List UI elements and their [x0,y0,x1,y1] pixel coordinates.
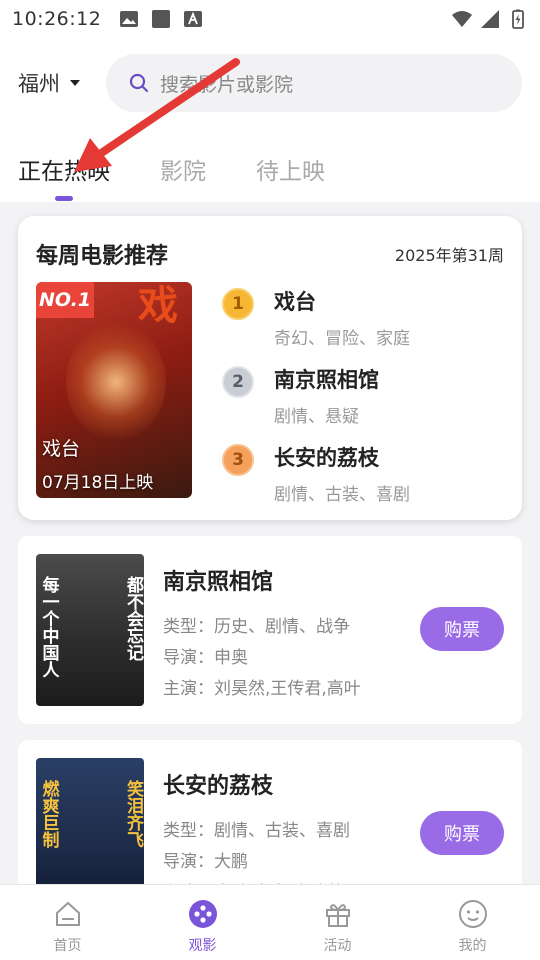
ranking-title: 南京照相馆 [274,368,379,392]
poster-tagline-right: 笑泪齐飞 [123,780,143,848]
tab-now-showing[interactable]: 正在热映 [18,152,110,186]
buy-ticket-button[interactable]: 购票 [420,607,504,651]
ranking-item[interactable]: 2 南京照相馆 剧情、悬疑 [222,362,512,432]
tab-bar: 正在热映 影院 待上映 [0,148,540,202]
caret-down-icon [70,80,80,86]
tab-coming-soon[interactable]: 待上映 [256,152,325,186]
movie-poster[interactable]: 每一个中国人 都不会忘记 [36,554,144,706]
gift-icon [325,904,350,927]
square-notification-icon [152,10,171,28]
nav-label: 活动 [323,938,352,954]
status-time: 10:26:12 [12,8,102,30]
movie-title: 南京照相馆 [163,570,274,595]
search-icon [129,73,149,93]
nav-movies[interactable]: 观影 [135,885,270,960]
movie-director: 导演：申奥 [163,648,248,668]
movie-type: 类型：历史、剧情、战争 [163,617,350,637]
poster-tagline-left: 燃爽巨制 [38,780,59,848]
buy-ticket-button[interactable]: 购票 [420,811,504,855]
poster-title-art: 戏 [138,283,178,329]
status-bar: 10:26:12 [0,0,540,38]
weekly-recommendation-card[interactable]: 每周电影推荐 2025年第31周 戏 NO.1 戏台 07月18日上映 1 戏台… [18,216,522,520]
text-notification-icon [184,11,203,27]
movie-cast: 主演：刘昊然,王传君,高叶 [163,679,361,699]
featured-name: 戏台 [42,438,81,460]
header: 福州 搜索影片或影院 正在热映 影院 待上映 [0,38,540,202]
movie-director: 导演：大鹏 [163,852,248,872]
movie-card[interactable]: 每一个中国人 都不会忘记 南京照相馆 类型：历史、剧情、战争 导演：申奥 主演：… [18,536,522,724]
nav-activities[interactable]: 活动 [270,885,405,960]
ranking-item[interactable]: 1 戏台 奇幻、冒险、家庭 [222,284,512,354]
movie-title: 长安的荔枝 [163,774,274,799]
weekly-title: 每周电影推荐 [36,244,169,269]
film-reel-icon [188,900,217,928]
wifi-icon [452,11,472,27]
nav-label: 首页 [53,938,82,954]
tab-indicator [55,196,73,201]
ranking-title: 戏台 [274,290,316,314]
ranking-item[interactable]: 3 长安的荔枝 剧情、古装、喜剧 [222,440,512,510]
rank-badge-no1: NO.1 [36,282,94,318]
home-icon [55,901,80,926]
poster-tagline-right: 都不会忘记 [123,576,143,661]
silver-medal-icon: 2 [222,366,254,398]
nav-home[interactable]: 首页 [0,885,135,960]
ranking-genre: 剧情、古装、喜剧 [274,485,410,505]
bottom-nav: 首页 观影 活动 我的 [0,884,540,960]
ranking-title: 长安的荔枝 [274,446,379,470]
weekly-week: 2025年第31周 [394,246,504,265]
search-placeholder: 搜索影片或影院 [160,73,294,96]
ranking-genre: 奇幻、冒险、家庭 [274,329,410,349]
system-icons [452,9,528,29]
smiley-icon [458,900,487,928]
notification-icons [119,9,203,29]
nav-profile[interactable]: 我的 [405,885,540,960]
poster-artwork [66,322,166,442]
search-input[interactable]: 搜索影片或影院 [106,54,522,112]
city-label: 福州 [18,72,60,96]
battery-icon [512,9,524,29]
nav-label: 观影 [188,938,217,954]
signal-icon [481,10,499,28]
movie-type: 类型：剧情、古装、喜剧 [163,821,350,841]
nav-label: 我的 [458,938,487,954]
city-selector[interactable]: 福州 [18,68,80,98]
featured-poster[interactable]: 戏 NO.1 戏台 07月18日上映 [36,282,192,498]
featured-release-date: 07月18日上映 [42,473,154,493]
tab-cinemas[interactable]: 影院 [160,152,206,186]
poster-tagline-left: 每一个中国人 [38,576,59,678]
bronze-medal-icon: 3 [222,444,254,476]
image-notification-icon [120,11,139,27]
ranking-genre: 剧情、悬疑 [274,407,359,427]
gold-medal-icon: 1 [222,288,254,320]
